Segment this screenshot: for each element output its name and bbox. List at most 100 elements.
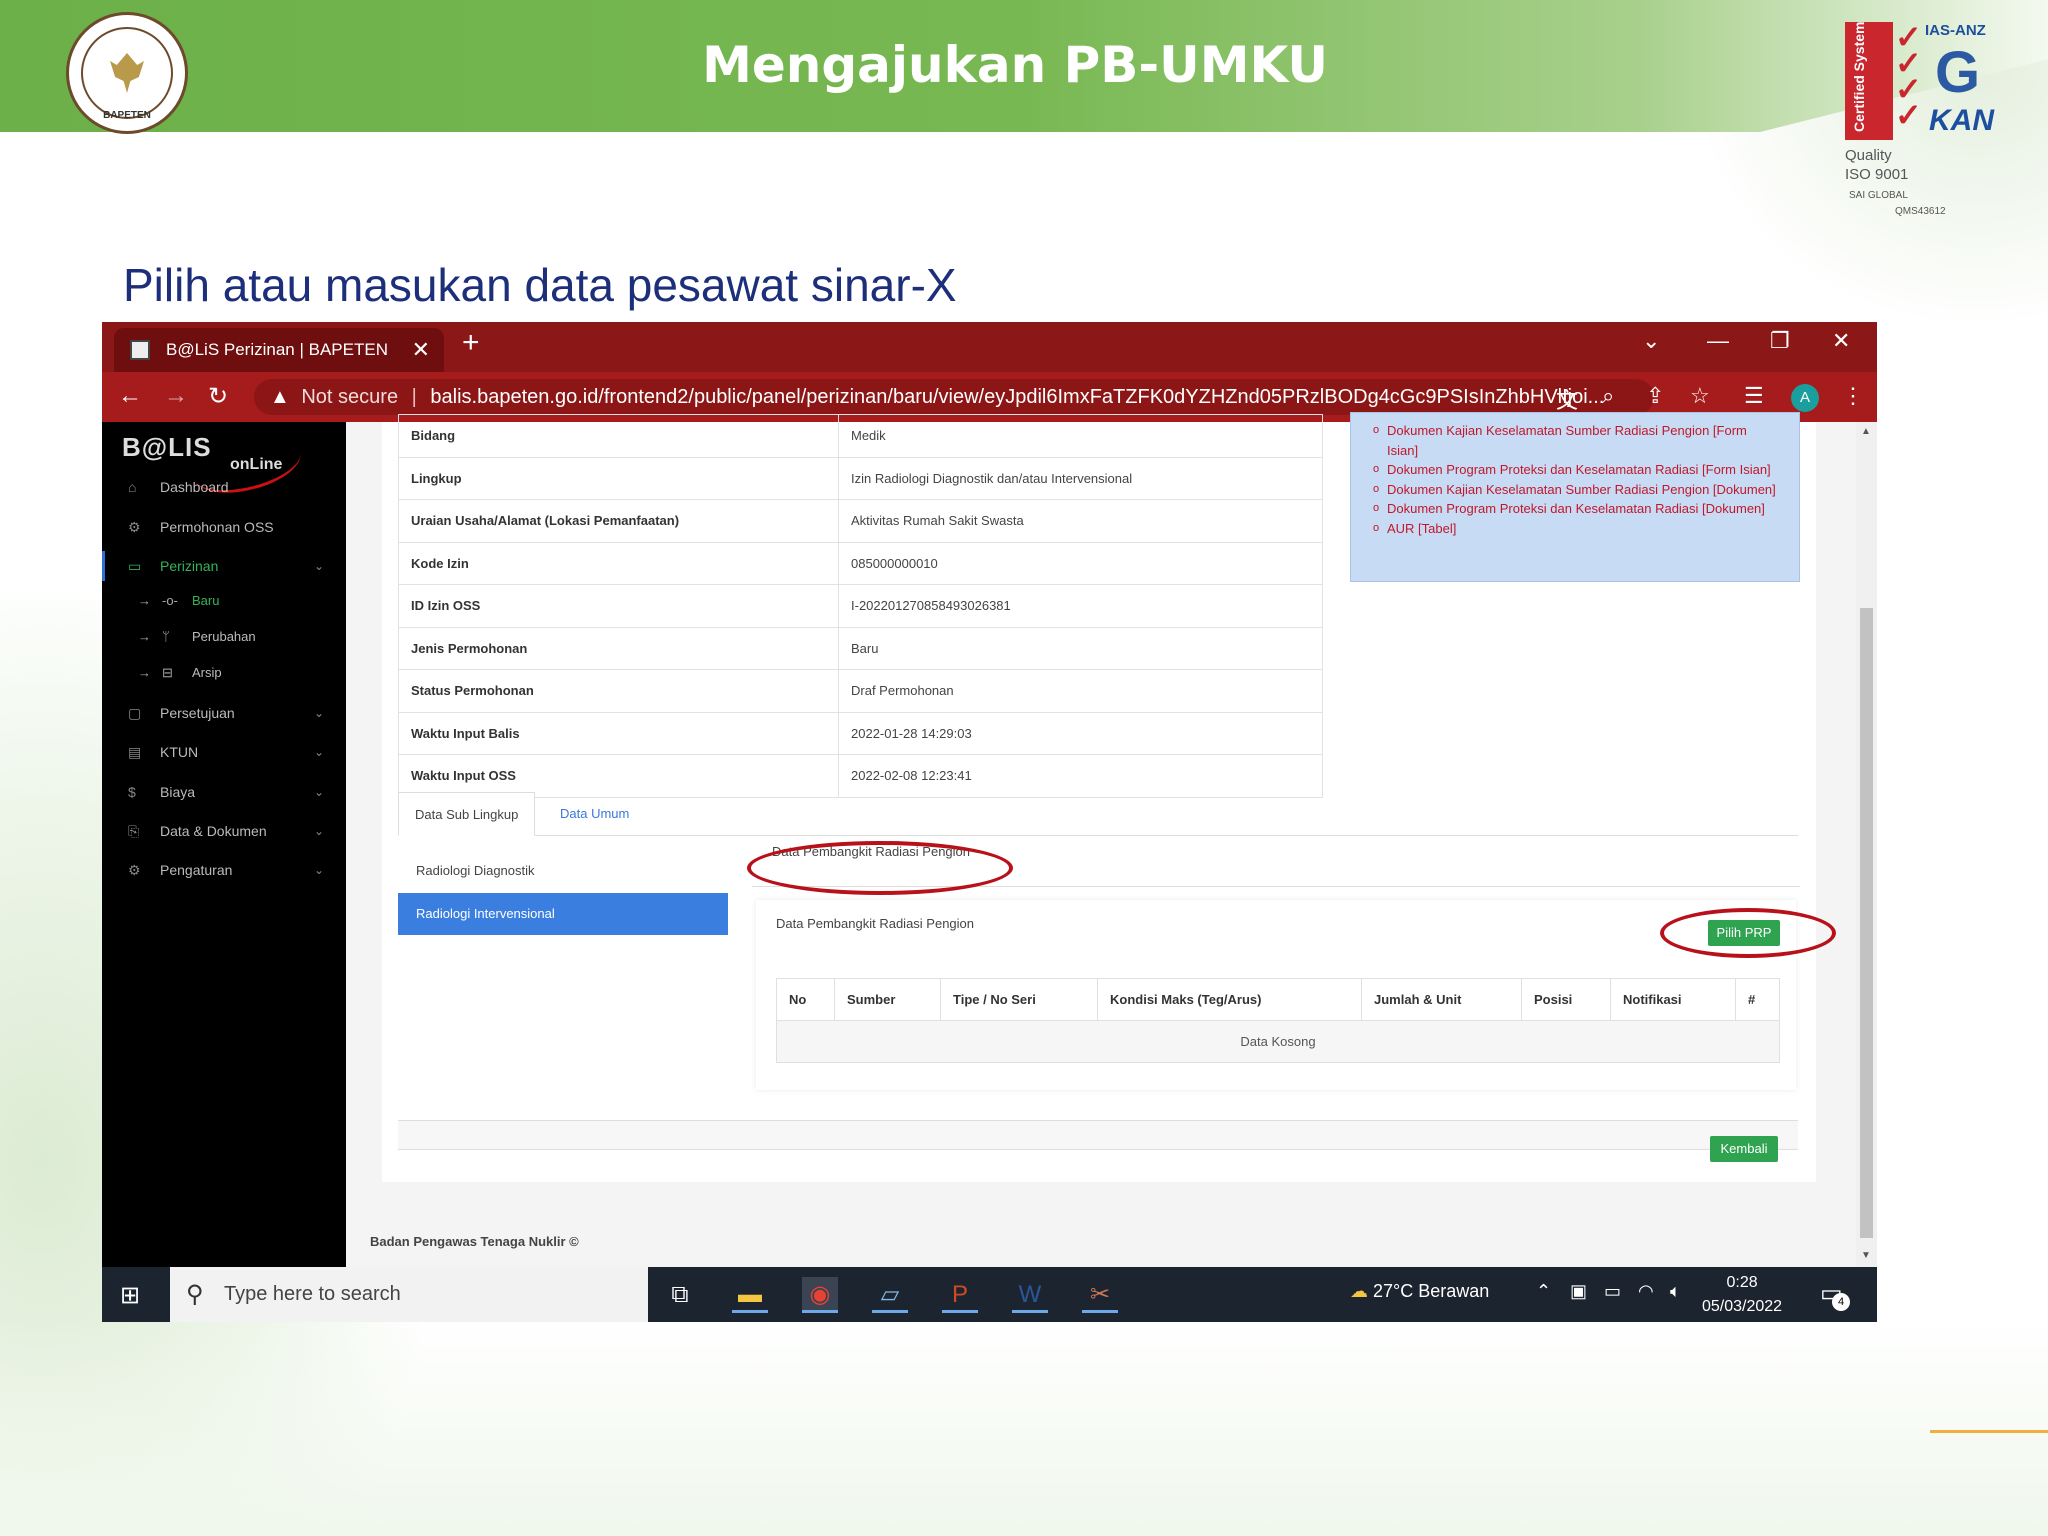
page-scrollbar[interactable]: ▲ ▼	[1856, 422, 1877, 1267]
minimize-icon[interactable]: —	[1707, 328, 1729, 354]
reload-icon[interactable]: ↻	[208, 382, 228, 411]
windows-start-icon[interactable]: ⊞	[120, 1281, 140, 1310]
reading-list-icon[interactable]: ☰	[1744, 383, 1764, 409]
translate-icon[interactable]: 文	[1556, 383, 1578, 415]
sidebar-item-dashboard[interactable]: ⌂ Dashboard	[102, 472, 346, 502]
sidebar-subitem-baru[interactable]: → -o- Baru	[102, 587, 346, 615]
warning-icon: ▲	[270, 386, 290, 408]
tab-search-icon[interactable]: ⌄	[1642, 328, 1660, 354]
powerpoint-icon[interactable]: P	[942, 1277, 978, 1313]
sub-lingkup-intervensional[interactable]: Radiologi Intervensional	[398, 893, 728, 935]
scroll-up-icon[interactable]: ▲	[1861, 426, 1871, 437]
prp-panel-title: Data Pembangkit Radiasi Pengion	[776, 916, 975, 931]
meet-now-icon[interactable]: ▣	[1570, 1281, 1587, 1302]
application-info-table: Bidang Medik Lingkup Izin Radiologi Diagno…	[398, 414, 1323, 798]
dollar-icon: $	[128, 784, 136, 800]
chevron-down-icon: ⌄	[313, 706, 324, 720]
page-footer: Badan Pengawas Tenaga Nuklir ©	[370, 1234, 579, 1249]
required-documents-box: Dokumen Kajian Keselamatan Sumber Radias…	[1350, 412, 1800, 582]
table-row: Uraian Usaha/Alamat (Lokasi Pemanfaatan)…	[398, 499, 1323, 543]
profile-avatar[interactable]: A	[1791, 384, 1819, 412]
table-row: Jenis Permohonan Baru	[398, 626, 1323, 670]
sidebar-item-perizinan[interactable]: ▭ Perizinan ⌄	[102, 551, 346, 581]
share-icon[interactable]: ⇪	[1646, 383, 1664, 409]
tab-data-umum[interactable]: Data Umum	[544, 792, 645, 836]
browser-tab[interactable]: B@LiS Perizinan | BAPETEN ✕	[114, 328, 444, 372]
sub-lingkup-diagnostik[interactable]: Radiologi Diagnostik	[398, 850, 728, 892]
zoom-icon[interactable]: ⌕	[1602, 383, 1614, 409]
document-icon: ▭	[128, 558, 142, 574]
chevron-down-icon: ⌄	[313, 785, 324, 799]
action-bar	[398, 1120, 1798, 1150]
document-link[interactable]: Dokumen Program Proteksi dan Keselamatan…	[1373, 499, 1781, 519]
decorative-line	[1930, 1430, 2048, 1433]
tab-close-icon[interactable]: ✕	[412, 328, 430, 372]
restore-icon[interactable]: ❐	[1770, 328, 1790, 354]
chevron-up-icon[interactable]: ⌃	[1536, 1281, 1551, 1302]
close-window-icon[interactable]: ✕	[1832, 328, 1850, 354]
bookmark-star-icon[interactable]: ☆	[1690, 383, 1710, 409]
search-icon: ⚲	[186, 1281, 204, 1308]
chevron-down-icon: ⌄	[313, 559, 324, 573]
scroll-down-icon[interactable]: ▼	[1861, 1250, 1871, 1261]
table-row: Lingkup Izin Radiologi Diagnostik dan/ata…	[398, 456, 1323, 500]
sidebar-item-data-dokumen[interactable]: ⎘ Data & Dokumen ⌄	[102, 816, 346, 846]
table-row: Bidang Medik	[398, 414, 1323, 458]
forward-icon[interactable]: →	[164, 382, 188, 410]
tab-title: B@LiS Perizinan | BAPETEN	[166, 340, 388, 359]
word-icon[interactable]: W	[1012, 1277, 1048, 1313]
table-row: Kode Izin 085000000010	[398, 541, 1323, 585]
wifi-icon[interactable]: ◠	[1638, 1281, 1654, 1302]
sidebar-item-persetujuan[interactable]: ▢ Persetujuan ⌄	[102, 698, 346, 728]
prp-panel: Data Pembangkit Radiasi Pengion Pilih PR…	[756, 900, 1796, 1090]
battery-icon[interactable]: ▭	[1604, 1281, 1621, 1302]
document-link[interactable]: Dokumen Kajian Keselamatan Sumber Radias…	[1373, 421, 1781, 460]
notification-icon[interactable]: ▭ 4	[1820, 1279, 1850, 1311]
document-link[interactable]: AUR [Tabel]	[1373, 519, 1781, 539]
task-view-icon[interactable]: ⧉	[662, 1277, 698, 1313]
settings-icon: ⚙	[128, 862, 141, 878]
sidebar-subitem-arsip[interactable]: → ⊟ Arsip	[102, 659, 346, 687]
scrollbar-thumb[interactable]	[1860, 608, 1873, 1238]
volume-icon[interactable]: 🔈︎	[1670, 1281, 1681, 1302]
gear-icon: ⚙	[128, 519, 141, 535]
chrome-icon[interactable]: ◉	[802, 1277, 838, 1313]
more-menu-icon[interactable]: ⋮	[1842, 383, 1864, 409]
sidebar-item-biaya[interactable]: $ Biaya ⌄	[102, 777, 346, 807]
tab-data-sub-lingkup[interactable]: Data Sub Lingkup	[398, 792, 536, 836]
document-link[interactable]: Dokumen Program Proteksi dan Keselamatan…	[1373, 460, 1781, 480]
card-icon: ▤	[128, 744, 142, 760]
sidebar-item-permohonan-oss[interactable]: ⚙ Permohonan OSS	[102, 512, 346, 542]
sidebar-item-pengaturan[interactable]: ⚙ Pengaturan ⌄	[102, 855, 346, 885]
taskbar-clock[interactable]: 0:28 05/03/2022	[1702, 1271, 1782, 1319]
url-field[interactable]: ▲ Not secure | balis.bapeten.go.id/front…	[254, 379, 1654, 415]
kembali-button[interactable]: Kembali	[1710, 1136, 1778, 1162]
screenshot-window: B@LiS Perizinan | BAPETEN ✕ + ⌄ — ❐ ✕ ← …	[102, 322, 1877, 1322]
annotation-oval-tab	[747, 841, 1013, 895]
url-text: balis.bapeten.go.id/frontend2/public/pan…	[430, 386, 1605, 408]
sidebar-subitem-perubahan[interactable]: → ᛘ Perubahan	[102, 623, 346, 651]
chevron-down-icon: ⌄	[313, 745, 324, 759]
snipping-tool-icon[interactable]: ✂	[1082, 1277, 1118, 1313]
table-row: Waktu Input Balis 2022-01-28 14:29:03	[398, 711, 1323, 755]
sidebar: B@LIS onLine ⌂ Dashboard ⚙ Permohonan OSS …	[102, 422, 346, 1267]
weather-widget[interactable]: ☁ 27°C Berawan	[1350, 1281, 1489, 1302]
notepad-icon[interactable]: ▱	[872, 1277, 908, 1313]
slide-subtitle: Pilih atau masukan data pesawat sinar-X	[123, 259, 957, 311]
commit-icon: -o-	[162, 593, 178, 608]
new-tab-icon[interactable]: +	[462, 326, 480, 360]
back-icon[interactable]: ←	[118, 382, 142, 410]
taskbar-search[interactable]: ⚲ Type here to search	[170, 1267, 648, 1322]
checkmarks-icon: ✓ ✓ ✓ ✓	[1895, 19, 1922, 133]
file-explorer-icon[interactable]: ▬	[732, 1277, 768, 1313]
sidebar-item-ktun[interactable]: ▤ KTUN ⌄	[102, 737, 346, 767]
annotation-oval-button	[1660, 908, 1836, 958]
certification-badge: Certified System ✓ ✓ ✓ ✓ IAS-ANZ G KAN Qual…	[1845, 19, 1994, 217]
main-content: Bidang Medik Lingkup Izin Radiologi Diagno…	[346, 412, 1856, 1267]
arrow-right-icon: →	[138, 629, 151, 644]
chevron-down-icon: ⌄	[313, 863, 324, 877]
document-link[interactable]: Dokumen Kajian Keselamatan Sumber Radias…	[1373, 480, 1781, 500]
clipboard-icon: ⎘	[128, 823, 140, 839]
balis-logo: B@LIS onLine	[122, 427, 307, 503]
home-icon: ⌂	[128, 479, 137, 495]
